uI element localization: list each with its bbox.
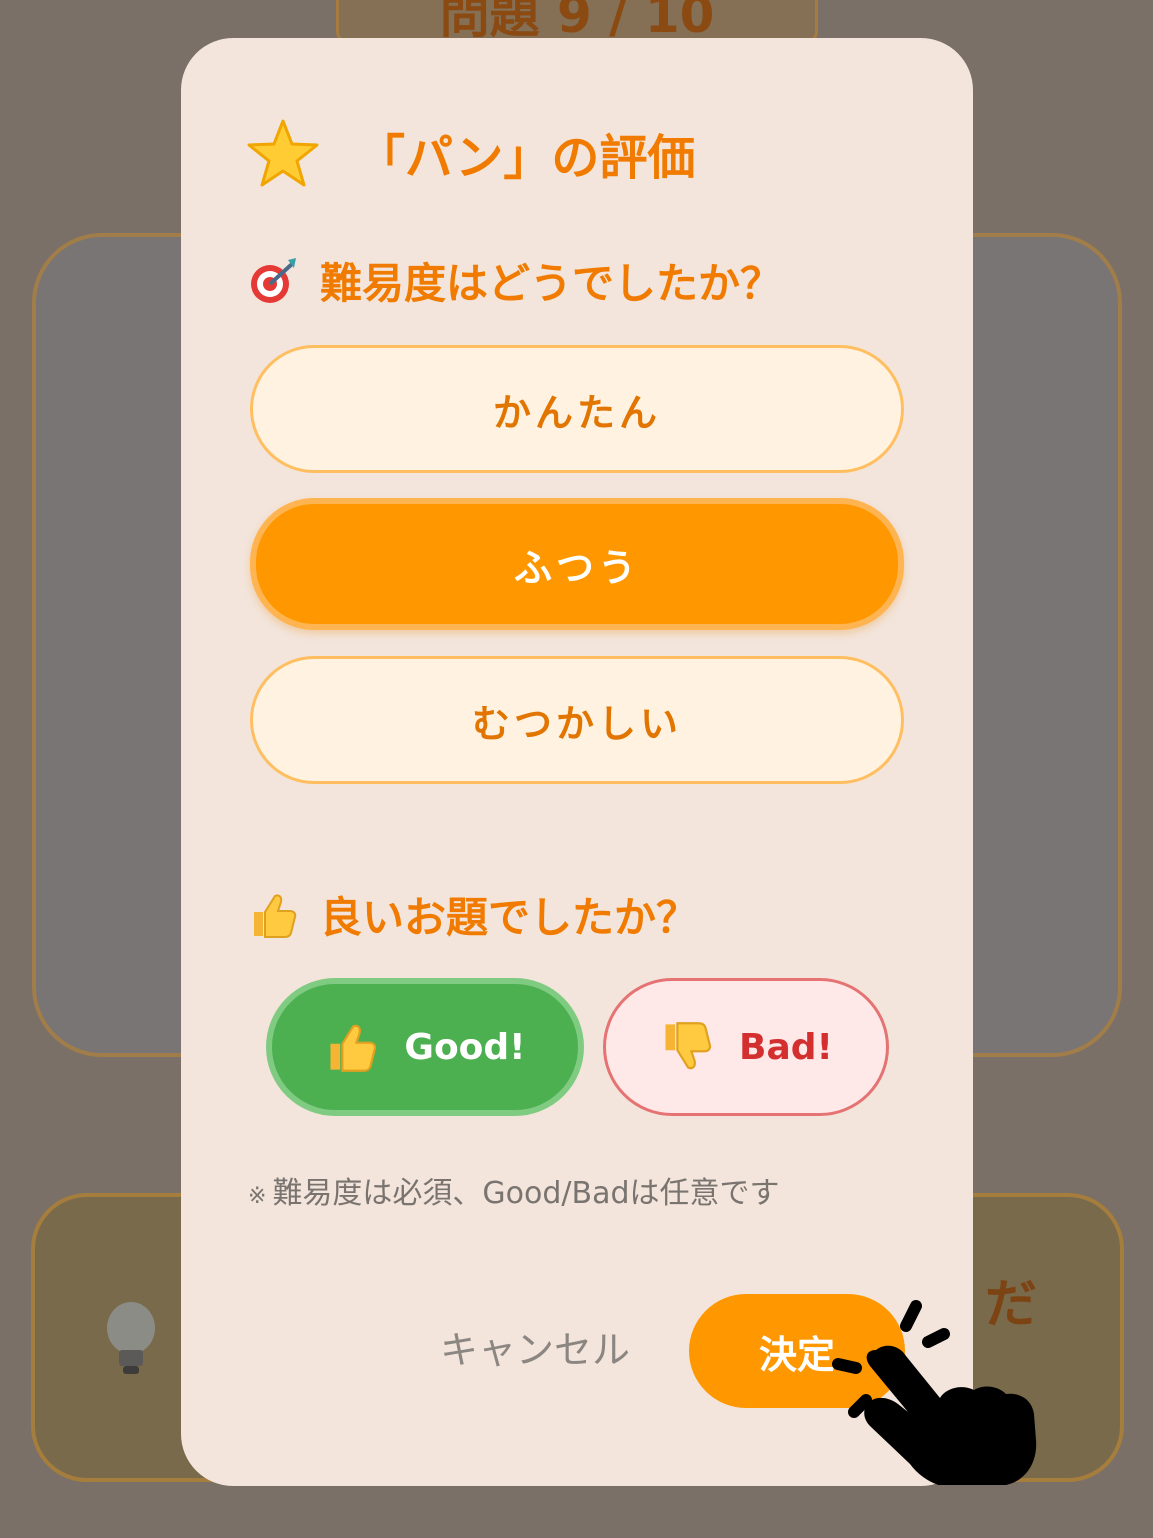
tap-hand-icon: [832, 1300, 1037, 1485]
note-mark: ※: [248, 1184, 267, 1209]
star-icon: [247, 119, 319, 187]
note-text: 難易度は必須、Good/Badは任意です: [272, 1176, 780, 1211]
good-button[interactable]: Good!: [266, 978, 584, 1116]
difficulty-heading: 難易度はどうでしたか？: [248, 250, 782, 311]
requirement-note: ※ 難易度は必須、Good/Badは任意です: [248, 1168, 780, 1212]
difficulty-option-normal[interactable]: ふつう: [250, 498, 904, 630]
difficulty-option-label: かんたん: [492, 390, 661, 435]
dialog-title-text: 「パン」の評価: [357, 130, 696, 186]
difficulty-option-hard[interactable]: むつかしい: [250, 656, 904, 784]
confirm-button-label: 決定: [758, 1332, 835, 1377]
bad-button-label: Bad!: [739, 1026, 833, 1068]
thumbs-down-icon: [665, 1022, 712, 1070]
thumbs-up-icon: [330, 1024, 377, 1072]
thumbs-up-icon: [254, 893, 297, 938]
bad-button[interactable]: Bad!: [603, 978, 889, 1116]
lightbulb-icon: [107, 1302, 155, 1374]
question-counter-text: 問題 9 / 10: [439, 0, 715, 42]
question-counter: 問題 9 / 10: [336, 0, 818, 42]
difficulty-option-easy[interactable]: かんたん: [250, 345, 904, 473]
difficulty-option-label: ふつう: [513, 545, 640, 590]
dialog-title: 「パン」の評価: [247, 118, 695, 188]
cancel-button[interactable]: キャンセル: [430, 1320, 640, 1380]
quality-heading: 良いお題でしたか？: [248, 884, 698, 945]
difficulty-option-label: むつかしい: [471, 701, 682, 746]
good-button-label: Good!: [404, 1026, 526, 1068]
quality-question: 良いお題でしたか？: [320, 893, 699, 942]
difficulty-question: 難易度はどうでしたか？: [320, 259, 783, 308]
target-icon: [251, 257, 296, 303]
